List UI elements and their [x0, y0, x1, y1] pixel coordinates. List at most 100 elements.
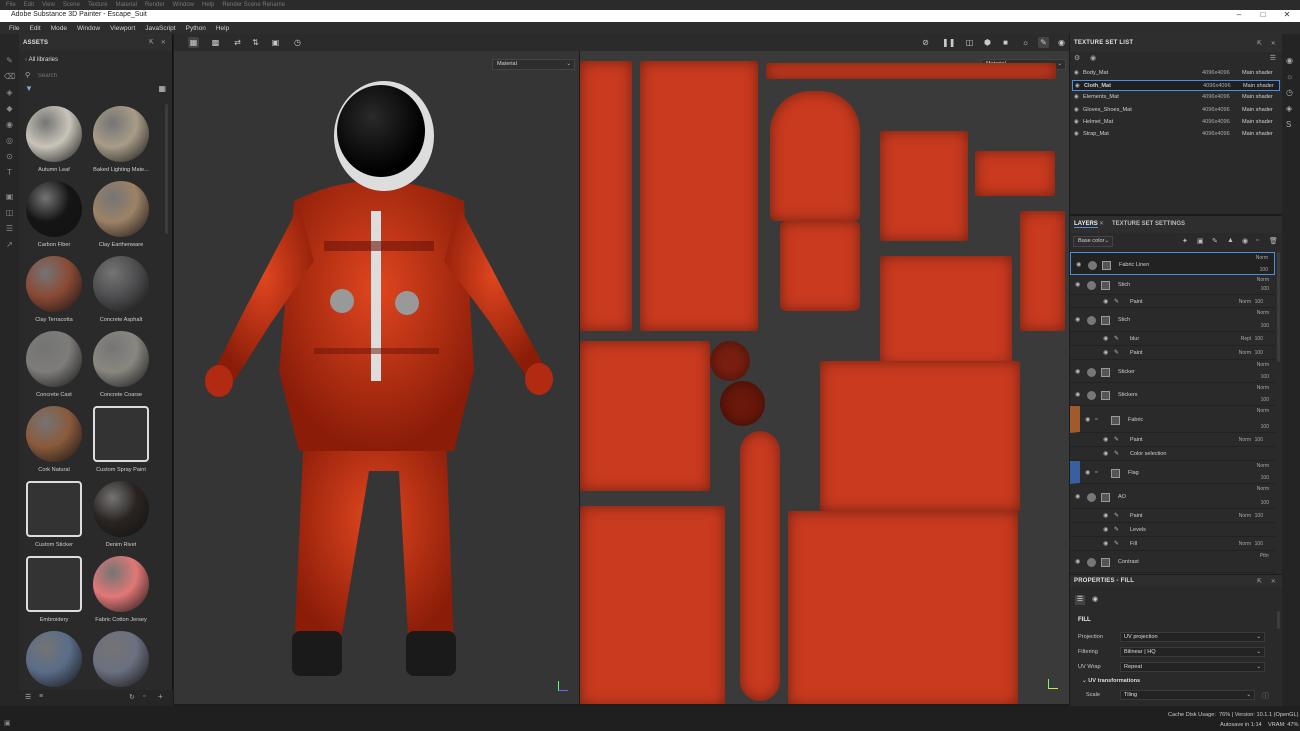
dense-grid-icon[interactable]: ▩ [210, 37, 221, 48]
asset-item[interactable]: Concrete Cast [22, 329, 86, 403]
opacity-value[interactable]: 100 [1260, 267, 1268, 273]
fill-settings-icon[interactable]: ☰ [1075, 595, 1085, 605]
brush-mode-icon[interactable]: ✎ [1038, 37, 1049, 48]
projection-dropdown[interactable]: UV projection ⌄ [1120, 632, 1265, 642]
menu-item-help[interactable]: Help [211, 25, 234, 32]
blend-mode[interactable]: Norm [1239, 437, 1251, 443]
visibility-icon[interactable]: ◉ [1074, 105, 1079, 116]
blend-mode[interactable]: Norm [1256, 255, 1268, 261]
close-button[interactable]: ✕ [1280, 10, 1294, 20]
menu-item-javascript[interactable]: JavaScript [140, 25, 180, 32]
refresh-icon[interactable]: ↻ [129, 693, 135, 701]
visibility-icon[interactable]: ◉ [1103, 450, 1108, 457]
undock-icon[interactable]: ⇱ [1257, 40, 1262, 47]
opacity-value[interactable]: 100 [1255, 336, 1263, 342]
blend-mode[interactable]: Norm [1257, 310, 1269, 316]
add-paint-layer-icon[interactable]: ✎ [1212, 237, 1218, 245]
blend-mode[interactable]: Norm [1257, 277, 1269, 283]
tab-layers[interactable]: LAYERS [1074, 221, 1098, 228]
opacity-value[interactable]: 100 [1261, 374, 1269, 380]
layer-effect-row[interactable]: ◉ ✎ blur Repl 100 [1070, 332, 1275, 346]
asset-item[interactable]: Clay Terracotta [22, 254, 86, 328]
bake-icon[interactable]: ▣ [4, 192, 15, 201]
history-icon[interactable]: ◷ [1286, 88, 1293, 97]
visibility-icon[interactable]: ◉ [1090, 54, 1096, 62]
add-effect-icon[interactable]: ✦ [1182, 237, 1188, 245]
clone-icon[interactable]: ◎ [4, 136, 15, 145]
texture-set-icon[interactable]: ◉ [1286, 56, 1293, 65]
asset-item[interactable]: Autumn Leaf [22, 104, 86, 178]
close-icon[interactable]: ✕ [1271, 40, 1276, 47]
blend-mode[interactable]: Norm [1257, 486, 1269, 492]
visibility-icon[interactable]: ◉ [1075, 391, 1080, 398]
geometry-mask-icon[interactable]: ◆ [4, 104, 15, 113]
layer-effect-row[interactable]: ◉ ✎ Paint Norm 100 [1070, 295, 1275, 308]
picker-icon[interactable]: ⊙ [4, 152, 15, 161]
viewport-3d[interactable]: Material ⌄ [174, 51, 579, 704]
library-icon[interactable]: ◫ [4, 208, 15, 217]
channel-dropdown[interactable]: Base color ⌄ [1073, 236, 1113, 247]
texture-set-row[interactable]: ◉ Strap_Mat 4096x4096 Main shader [1072, 129, 1280, 140]
layers-scrollbar[interactable] [1277, 252, 1280, 362]
viewport-2d-uv[interactable]: Material⌄ [580, 51, 1069, 704]
close-icon[interactable]: ✕ [161, 39, 166, 46]
opacity-value[interactable]: 100 [1255, 437, 1263, 443]
layer-effect-row[interactable]: ◉ ✎ Paint Norm 100 [1070, 509, 1275, 523]
opacity-value[interactable]: 100 [1261, 286, 1269, 292]
opacity-value[interactable]: 100 [1261, 475, 1269, 481]
visibility-icon[interactable]: ◉ [1075, 281, 1080, 288]
smudge-icon[interactable]: ◉ [4, 120, 15, 129]
menu-item-window[interactable]: Window [72, 25, 105, 32]
opacity-value[interactable]: 100 [1255, 350, 1263, 356]
align-icon[interactable]: ⇅ [250, 37, 261, 48]
asset-item[interactable]: Concrete Asphalt [89, 254, 153, 328]
layer-row[interactable]: ◉ Stich Norm 100 [1070, 275, 1275, 295]
visibility-icon[interactable]: ◉ [1075, 316, 1080, 323]
menu-item-python[interactable]: Python [181, 25, 211, 32]
texture-set-row[interactable]: ◉ Cloth_Mat 4096x4096 Main shader [1072, 80, 1280, 92]
visibility-icon[interactable]: ◉ [1103, 526, 1108, 533]
visibility-icon[interactable]: ◉ [1075, 558, 1080, 565]
search-input[interactable] [38, 71, 158, 81]
visibility-icon[interactable]: ◉ [1074, 68, 1079, 79]
blend-mode[interactable]: Norm [1257, 362, 1269, 368]
text-icon[interactable]: T [4, 168, 15, 177]
layer-row[interactable]: ◉ ▫ Fabric Norm 100 [1070, 406, 1275, 433]
eraser-icon[interactable]: ⌫ [4, 72, 15, 81]
settings-gear-icon[interactable]: ⚙ [1074, 54, 1080, 62]
visibility-icon[interactable]: ◉ [1103, 436, 1108, 443]
split-view-icon[interactable]: ◫ [964, 37, 975, 48]
visibility-icon[interactable]: ◉ [1074, 117, 1079, 128]
texture-set-row[interactable]: ◉ Gloves_Shoes_Mat 4096x4096 Main shader [1072, 105, 1280, 116]
pause-icon[interactable]: ❚❚ [942, 37, 955, 48]
screenshot-icon[interactable]: ◉ [1056, 37, 1067, 48]
mask-off-icon[interactable]: ⊘ [920, 37, 931, 48]
layer-row[interactable]: ◉ Fabric Linen Norm 100 [1070, 252, 1275, 275]
menu-icon[interactable]: ☰ [1270, 54, 1276, 62]
menu-item-viewport[interactable]: Viewport [105, 25, 140, 32]
asset-item[interactable]: Concrete Coarse [89, 329, 153, 403]
add-icon[interactable]: + [158, 692, 163, 701]
opacity-value[interactable]: 100 [1255, 513, 1263, 519]
projection-icon[interactable]: ◈ [4, 88, 15, 97]
menu-item-edit[interactable]: Edit [24, 25, 45, 32]
visibility-icon[interactable]: ◉ [1074, 129, 1079, 140]
blend-mode[interactable]: Pthr [1260, 553, 1269, 559]
add-fill-layer-icon[interactable]: ▲ [1227, 237, 1234, 244]
visibility-icon[interactable]: ◉ [1074, 92, 1079, 103]
environment-icon[interactable]: ☼ [1020, 37, 1031, 48]
uv-transformations-toggle[interactable]: ⌄ UV transformations [1082, 678, 1140, 684]
layer-row[interactable]: ◉ AO Norm 100 [1070, 484, 1275, 509]
visibility-icon[interactable]: ◉ [1103, 335, 1108, 342]
filtering-dropdown[interactable]: Bilinear | HQ ⌄ [1120, 647, 1265, 657]
visibility-icon[interactable]: ◉ [1075, 81, 1080, 92]
scale-dropdown[interactable]: Tiling ⌄ [1120, 690, 1255, 700]
substance-icon[interactable]: S [1286, 120, 1291, 129]
visibility-icon[interactable]: ◉ [1076, 261, 1081, 268]
add-mask-icon[interactable]: ▣ [1197, 237, 1204, 245]
blend-mode[interactable]: Norm [1239, 350, 1251, 356]
blend-mode[interactable]: Norm [1257, 408, 1269, 414]
uvwrap-dropdown[interactable]: Repeat ⌄ [1120, 662, 1265, 672]
grid-icon[interactable]: ▦ [188, 37, 199, 48]
menu-item-mode[interactable]: Mode [46, 25, 72, 32]
